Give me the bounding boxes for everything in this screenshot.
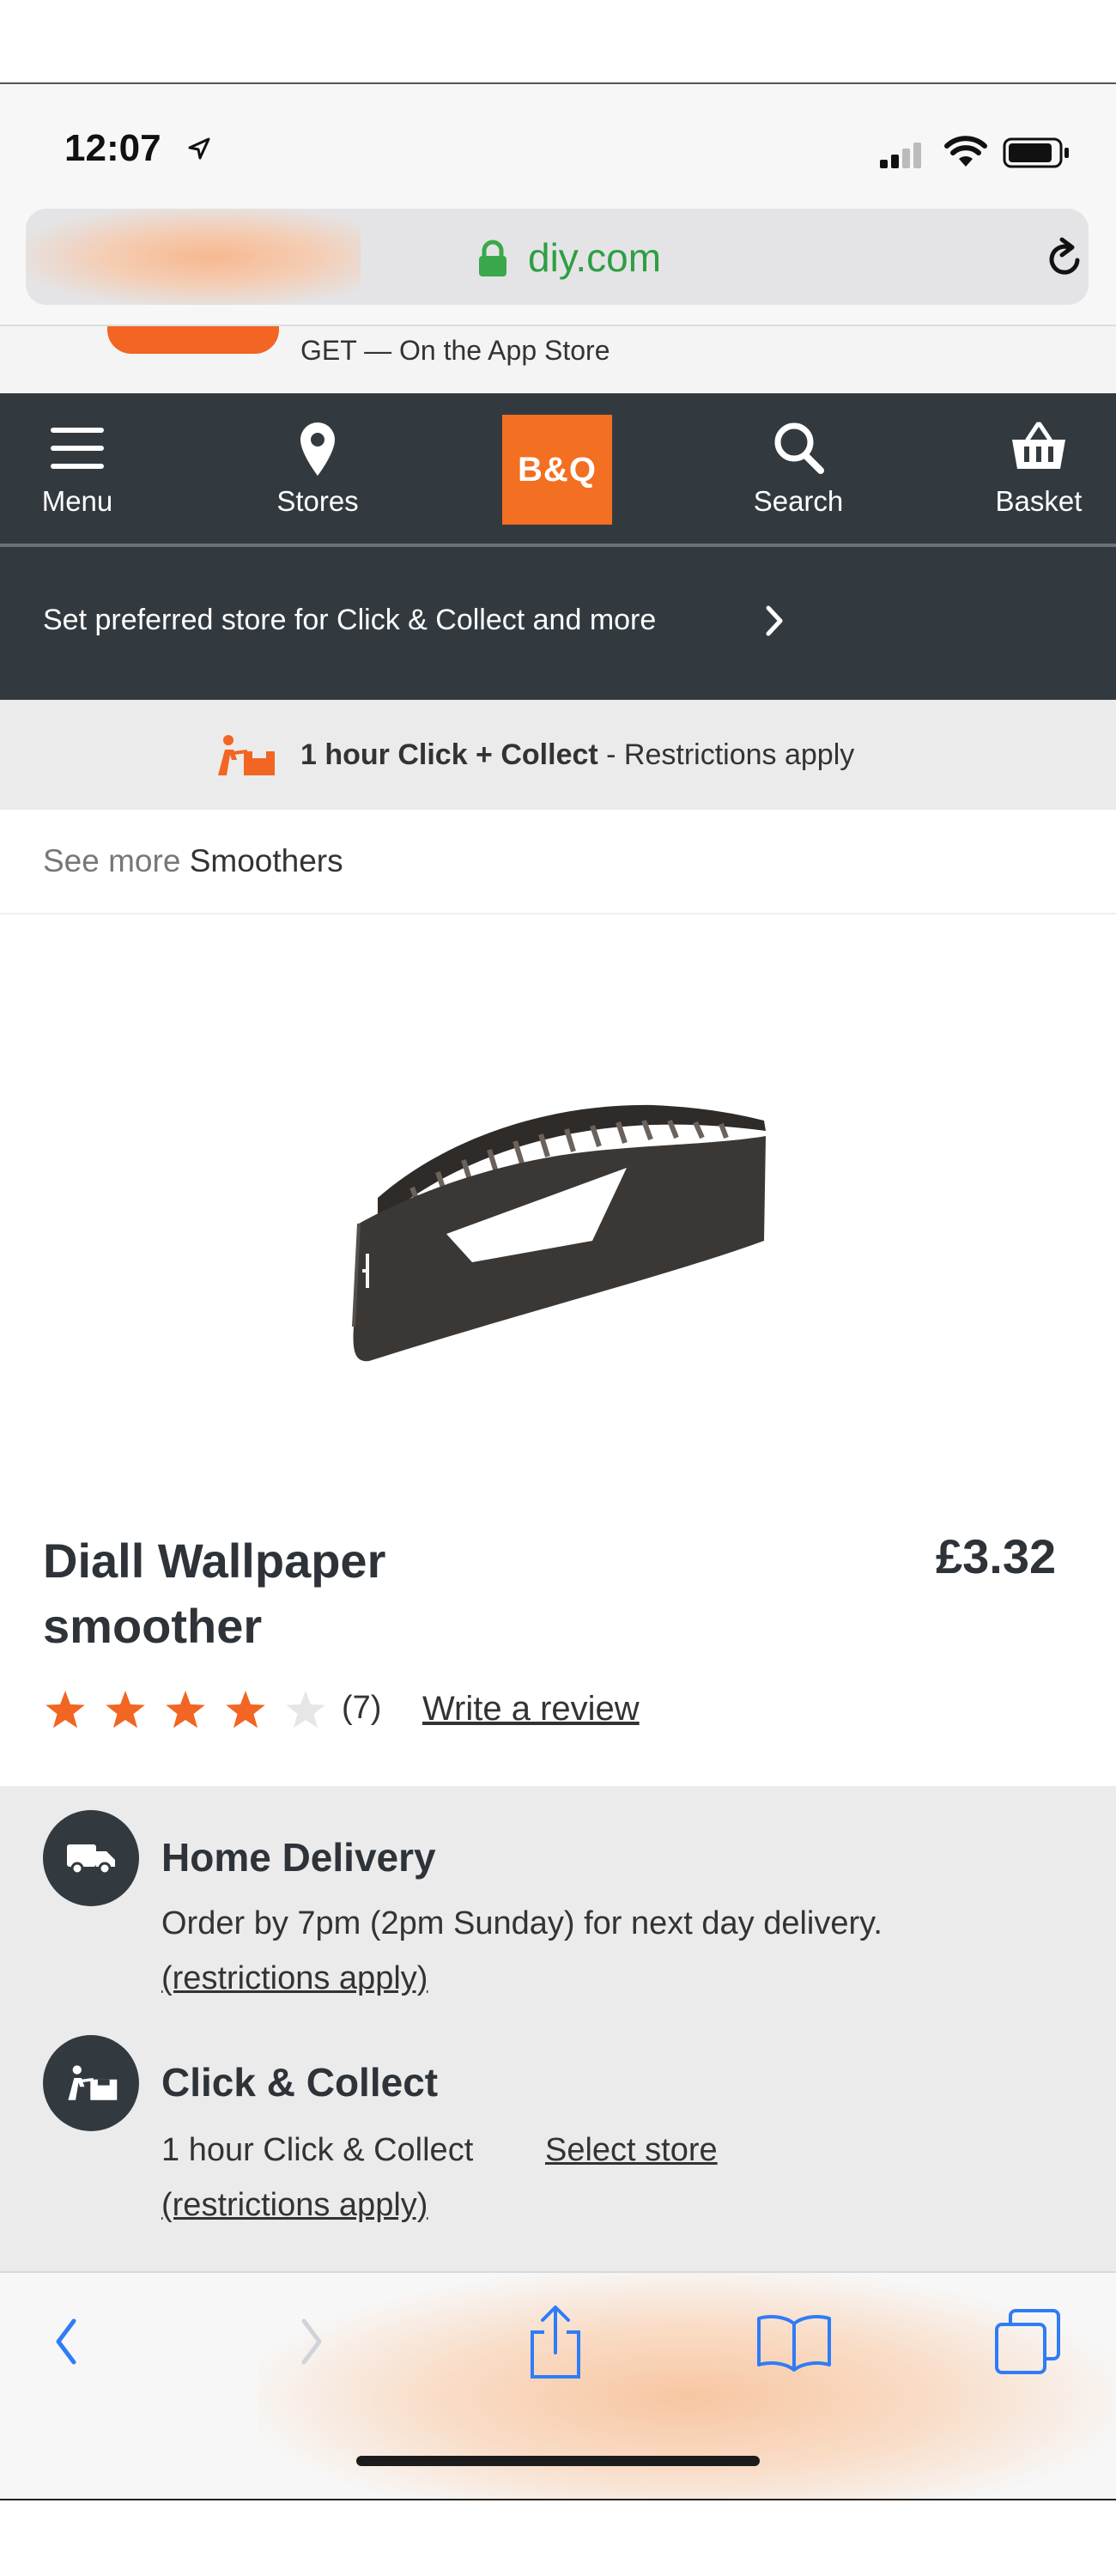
blurred-region	[26, 209, 361, 305]
reload-icon[interactable]	[1043, 234, 1088, 281]
product-title: Diall Wallpaper smoother	[43, 1528, 644, 1659]
basket-label: Basket	[995, 485, 1083, 517]
location-arrow-icon	[188, 137, 210, 160]
stores-label: Stores	[276, 485, 359, 517]
basket-button[interactable]: Basket	[961, 393, 1116, 544]
address-bar[interactable]: diy.com	[26, 209, 1089, 305]
home-indicator	[356, 2456, 760, 2466]
star-filled-icon	[226, 1691, 265, 1728]
breadcrumb-divider	[0, 913, 1116, 914]
click-collect-person-icon	[68, 2065, 118, 2100]
home-delivery-title: Home Delivery	[161, 1835, 436, 1880]
home-delivery-restrictions-link[interactable]: (restrictions apply)	[161, 1951, 428, 2006]
home-delivery-text: Order by 7pm (2pm Sunday) for next day d…	[161, 1905, 882, 1941]
preferred-store-bar[interactable]: Set preferred store for Click & Collect …	[0, 547, 1116, 700]
star-rating[interactable]	[43, 1687, 335, 1740]
share-icon[interactable]	[525, 2303, 585, 2380]
star-filled-icon	[166, 1691, 205, 1728]
forward-icon[interactable]	[299, 2316, 324, 2367]
click-collect-badge	[43, 2035, 139, 2131]
click-collect-icon	[218, 735, 275, 775]
tabs-icon[interactable]	[992, 2306, 1064, 2378]
map-pin-icon	[300, 422, 335, 476]
star-empty-icon	[286, 1691, 325, 1728]
status-time: 12:07	[64, 127, 161, 169]
star-filled-icon	[45, 1691, 85, 1728]
back-icon[interactable]	[53, 2316, 79, 2367]
menu-button[interactable]: Menu	[0, 393, 155, 544]
breadcrumb-category-link[interactable]: Smoothers	[190, 843, 343, 878]
review-count: (7)	[342, 1690, 382, 1726]
stores-button[interactable]: Stores	[240, 393, 395, 544]
click-collect-banner: 1 hour Click + Collect - Restrictions ap…	[0, 700, 1116, 810]
site-header: Menu Stores B&Q Search Basket	[0, 393, 1116, 544]
bookmarks-icon[interactable]	[755, 2312, 833, 2372]
wifi-icon	[944, 136, 987, 167]
chevron-right-icon	[766, 605, 783, 636]
click-collect-restrictions-link[interactable]: (restrictions apply)	[161, 2178, 428, 2233]
product-price: £3.32	[936, 1529, 1057, 1583]
search-icon	[774, 422, 824, 474]
search-button[interactable]: Search	[721, 393, 876, 544]
home-delivery-badge	[43, 1810, 139, 1906]
app-store-banner: GET — On the App Store	[0, 325, 1116, 395]
truck-icon	[67, 1844, 115, 1875]
star-rating-graphic	[45, 1691, 325, 1728]
bq-logo[interactable]: B&Q	[502, 415, 612, 525]
click-collect-text: 1 hour Click + Collect - Restrictions ap…	[300, 738, 854, 772]
cell-signal-icon	[880, 143, 921, 168]
get-app-button[interactable]	[107, 326, 279, 354]
url-text: diy.com	[528, 235, 662, 280]
click-collect-text: 1 hour Click & Collect	[161, 2132, 474, 2168]
search-label: Search	[753, 485, 844, 517]
status-bar: 12:07	[0, 84, 1116, 209]
write-review-link[interactable]: Write a review	[422, 1690, 640, 1728]
blurred-region	[258, 2273, 1116, 2500]
star-filled-icon	[106, 1691, 145, 1728]
product-title-line2: smoother	[43, 1599, 263, 1653]
click-collect-title: Click & Collect	[161, 2060, 439, 2105]
menu-label: Menu	[41, 485, 113, 517]
product-title-line1: Diall Wallpaper	[43, 1534, 386, 1588]
basket-icon	[1012, 422, 1065, 469]
preferred-store-text: Set preferred store for Click & Collect …	[43, 604, 657, 636]
lock-icon	[479, 240, 506, 276]
click-collect-rest: - Restrictions apply	[597, 738, 855, 771]
click-collect-bold: 1 hour Click + Collect	[300, 738, 598, 771]
app-banner-text: GET — On the App Store	[300, 335, 610, 366]
hamburger-menu-icon	[51, 428, 104, 469]
product-image[interactable]	[343, 1086, 773, 1378]
delivery-options-panel: Home Delivery Order by 7pm (2pm Sunday) …	[0, 1786, 1116, 2271]
select-store-link[interactable]: Select store	[545, 2123, 718, 2178]
battery-icon	[1003, 137, 1069, 168]
breadcrumb-prefix: See more	[43, 843, 190, 878]
breadcrumb: See more Smoothers	[43, 843, 343, 879]
url-bar-area: diy.com	[0, 209, 1116, 342]
screen-bottom-border	[0, 2499, 1116, 2500]
